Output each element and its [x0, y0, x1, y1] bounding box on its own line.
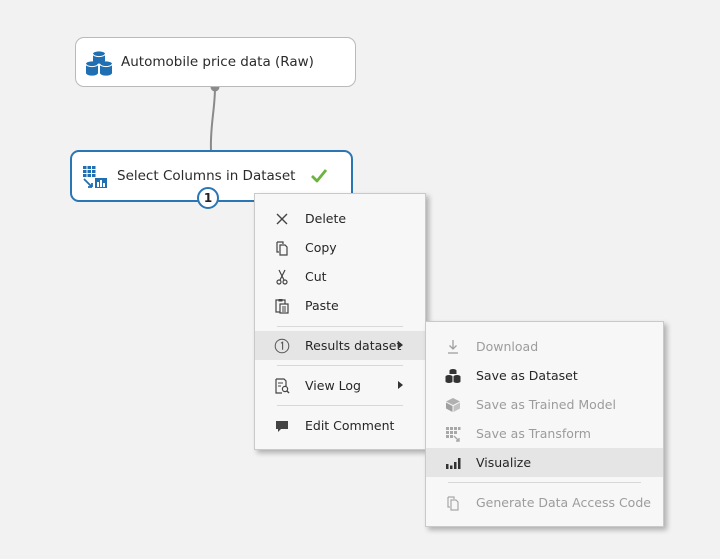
dataset-icon: [445, 369, 461, 383]
menu-separator: [277, 365, 403, 366]
visualize-icon: [446, 458, 461, 469]
experiment-canvas[interactable]: Automobile price data (Raw) Select Colum…: [0, 0, 720, 559]
view-log-icon: [275, 378, 290, 394]
comment-icon: [276, 421, 288, 432]
select-columns-icon: [83, 166, 107, 188]
menu-item-edit-comment[interactable]: Edit Comment: [255, 411, 425, 440]
module-label: Select Columns in Dataset: [117, 168, 296, 184]
menu-separator: [277, 326, 403, 327]
submenu-item-visualize[interactable]: Visualize: [426, 448, 663, 477]
context-menu: Delete Copy Cut Paste Results dataset Vi…: [254, 193, 426, 450]
menu-item-delete[interactable]: Delete: [255, 204, 425, 233]
submenu-item-save-as-trained-model[interactable]: Save as Trained Model: [426, 390, 663, 419]
port-1-icon: [274, 338, 290, 354]
menu-separator: [448, 482, 641, 483]
submenu-arrow-icon: [398, 341, 403, 349]
submenu-item-download[interactable]: Download: [426, 332, 663, 361]
download-icon: [448, 340, 458, 354]
module-label: Automobile price data (Raw): [121, 54, 314, 70]
transform-icon: [446, 427, 461, 442]
menu-item-results-dataset[interactable]: Results dataset: [255, 331, 425, 360]
submenu-item-save-as-dataset[interactable]: Save as Dataset: [426, 361, 663, 390]
submenu-item-generate-data-access-code[interactable]: Generate Data Access Code: [426, 488, 663, 517]
menu-item-view-log[interactable]: View Log: [255, 371, 425, 400]
submenu-arrow-icon: [398, 381, 403, 389]
paste-icon: [275, 299, 289, 314]
submenu-item-save-as-transform[interactable]: Save as Transform: [426, 419, 663, 448]
module-automobile-price-data[interactable]: Automobile price data (Raw): [75, 37, 356, 87]
trained-model-icon: [446, 398, 460, 412]
menu-item-cut[interactable]: Cut: [255, 262, 425, 291]
dataset-icon: [85, 51, 113, 76]
data-access-code-icon: [447, 496, 459, 511]
results-dataset-submenu: Download Save as Dataset Save as Trained…: [425, 321, 664, 527]
scissors-icon: [276, 269, 288, 285]
delete-x-icon: [276, 213, 288, 225]
menu-item-copy[interactable]: Copy: [255, 233, 425, 262]
copy-icon: [276, 241, 288, 256]
output-port-badge[interactable]: 1: [197, 187, 219, 209]
check-icon: [311, 169, 328, 183]
menu-separator: [277, 405, 403, 406]
menu-item-paste[interactable]: Paste: [255, 291, 425, 320]
